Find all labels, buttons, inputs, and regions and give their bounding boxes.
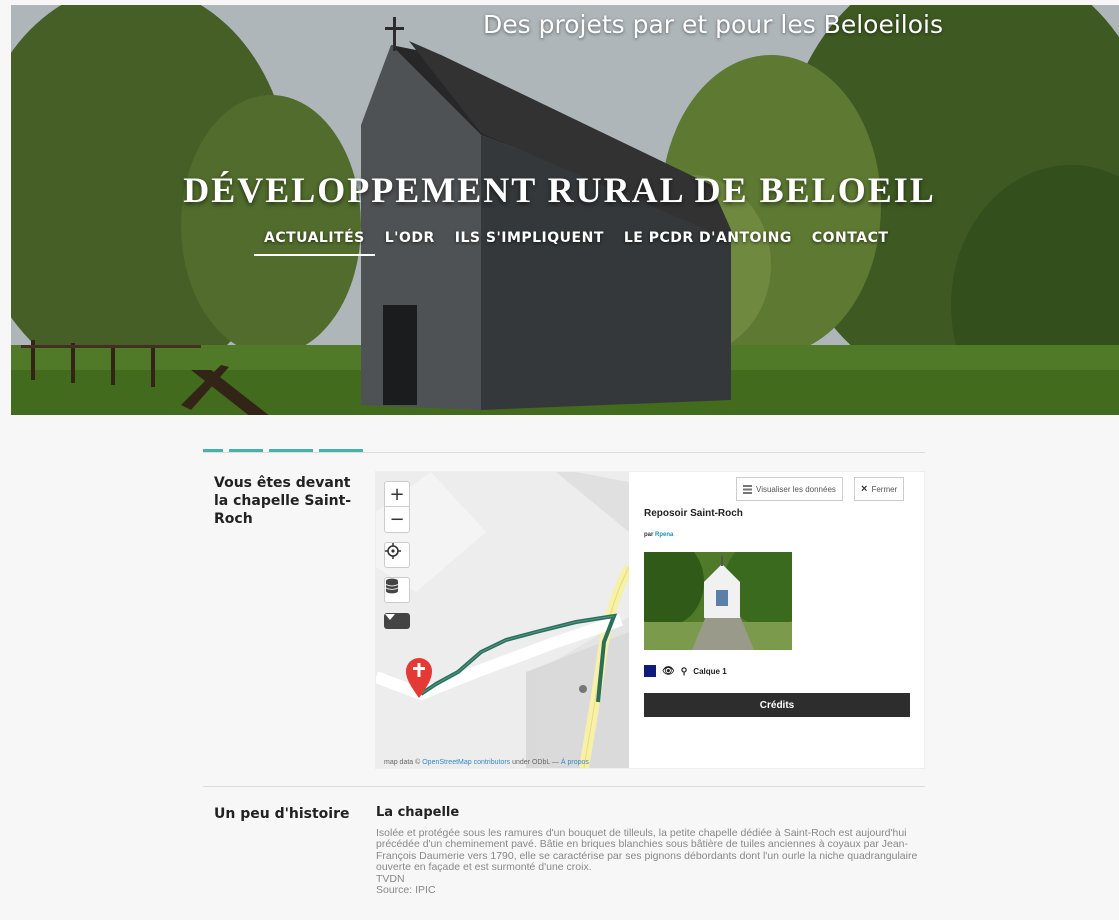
zoom-out-button[interactable]: −	[384, 507, 410, 533]
layer-name[interactable]: Calque 1	[693, 667, 726, 676]
section-label-histoire: Un peu d'histoire	[214, 806, 350, 822]
zoom-layer-icon[interactable]: ⚲	[681, 666, 688, 677]
nav-item-odr[interactable]: L'ODR	[375, 224, 445, 256]
history-source: Source: IPIC	[376, 884, 436, 897]
history-line-tvdn: TVDN	[376, 872, 405, 885]
map-attribution: map data © OpenStreetMap contributors un…	[384, 759, 589, 766]
layers-button[interactable]	[384, 577, 410, 603]
layer-legend: 👁 ⚲ Calque 1	[644, 665, 727, 677]
main-nav: ACTUALITÉS L'ODR ILS S'IMPLIQUENT LE PCD…	[254, 224, 898, 256]
nav-item-pcdr-antoing[interactable]: LE PCDR D'ANTOING	[614, 224, 802, 256]
nav-item-actualites[interactable]: ACTUALITÉS	[254, 224, 375, 256]
eye-icon[interactable]: 👁	[662, 666, 675, 677]
author-link[interactable]: Rpena	[655, 532, 673, 538]
credits-button[interactable]: Crédits	[644, 693, 910, 717]
about-link[interactable]: À propos	[561, 759, 589, 766]
close-icon: ×	[861, 483, 868, 495]
site-title[interactable]: DÉVELOPPEMENT RURAL DE BELOEIL	[0, 169, 1119, 211]
view-data-button[interactable]: Visualiser les données	[736, 477, 843, 501]
section-divider	[203, 449, 925, 453]
feature-author: par Rpena	[644, 532, 674, 538]
chevron-down-icon	[385, 614, 395, 620]
layer-color-swatch	[644, 665, 656, 677]
map-view[interactable]: + − map data © OpenStreetMap contributor…	[376, 472, 629, 768]
history-paragraph: Isolée et protégée sous les ramures d'un…	[376, 827, 918, 874]
feature-title: Reposoir Saint-Roch	[644, 508, 743, 519]
table-icon	[743, 484, 752, 494]
page: Des projets par et pour les Beloeilois D…	[0, 0, 1119, 920]
zoom-in-button[interactable]: +	[384, 481, 410, 507]
close-panel-button[interactable]: × Fermer	[854, 477, 905, 501]
map-info-panel: Visualiser les données × Fermer Reposoir…	[634, 472, 924, 768]
feature-photo	[644, 552, 792, 650]
more-controls-button[interactable]	[384, 613, 410, 629]
nav-item-contact[interactable]: CONTACT	[802, 224, 899, 256]
locate-button[interactable]	[384, 542, 410, 568]
crosshair-icon	[385, 543, 401, 559]
osm-link[interactable]: OpenStreetMap contributors	[422, 759, 510, 766]
map-tiles	[376, 472, 629, 768]
section-divider-2	[203, 786, 925, 787]
nav-item-ils-s-impliquent[interactable]: ILS S'IMPLIQUENT	[445, 224, 614, 256]
database-icon	[385, 578, 399, 594]
history-text: Isolée et protégée sous les ramures d'un…	[376, 827, 926, 897]
site-tagline: Des projets par et pour les Beloeilois	[483, 10, 943, 39]
umap-widget: + − map data © OpenStreetMap contributor…	[376, 472, 924, 768]
history-title: La chapelle	[376, 805, 460, 820]
section-accent	[203, 449, 393, 452]
section-label-chapelle: Vous êtes devant la chapelle Saint-Roch	[214, 475, 352, 527]
